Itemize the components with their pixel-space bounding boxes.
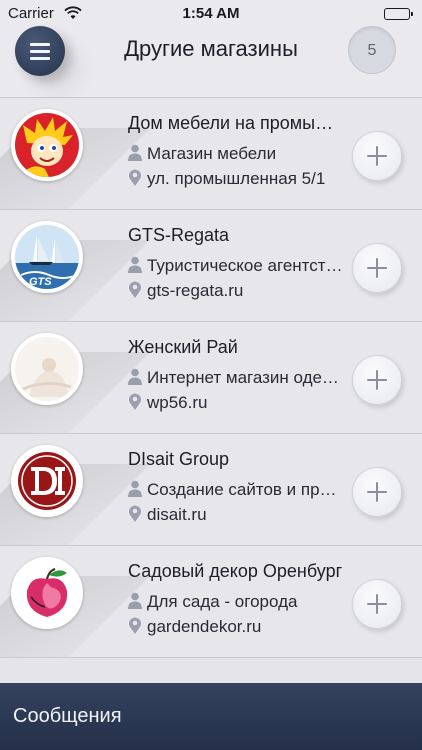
- map-pin-icon: [128, 281, 142, 298]
- add-store-button[interactable]: [352, 579, 402, 629]
- store-category: Интернет магазин одежды: [128, 368, 343, 390]
- store-category: Для сада - огорода: [128, 592, 343, 614]
- store-name: GTS-Regata: [128, 225, 230, 245]
- person-icon: [128, 368, 142, 385]
- clock: 1:54 AM: [182, 5, 240, 22]
- store-list: Дом мебели на промышленной Магазин мебел…: [0, 98, 422, 658]
- store-name: Женский Рай: [128, 337, 238, 357]
- address-text: disait.ru: [147, 505, 207, 524]
- store-row[interactable]: Дом мебели на промышленной Магазин мебел…: [0, 98, 422, 210]
- svg-text:GTS: GTS: [29, 276, 52, 288]
- map-pin-icon: [128, 393, 142, 410]
- cartoon-character-logo: [11, 109, 83, 181]
- battery-icon: [384, 8, 413, 20]
- zhenskiy-ray-logo: [11, 333, 83, 405]
- messages-label: Сообщения: [13, 705, 122, 727]
- sailboats-logo: GTS: [11, 221, 83, 293]
- map-pin-icon: [128, 505, 142, 522]
- add-store-button[interactable]: [352, 131, 402, 181]
- person-icon: [128, 480, 142, 497]
- store-category: Туристическое агентство: [128, 256, 343, 278]
- store-row[interactable]: Садовый декор Оренбург Для сада - огород…: [0, 546, 422, 658]
- store-name: Садовый декор Оренбург: [128, 561, 343, 581]
- store-row[interactable]: Женский Рай Интернет магазин одежды wp56…: [0, 322, 422, 434]
- di-monogram-logo: [11, 445, 83, 517]
- store-name: Дом мебели на промышленной: [128, 113, 343, 133]
- category-text: Туристическое агентство: [147, 256, 343, 275]
- category-text: Интернет магазин одежды: [147, 368, 343, 387]
- status-bar: Carrier 1:54 AM: [0, 0, 422, 26]
- store-address: wp56.ru: [128, 393, 343, 415]
- address-text: gts-regata.ru: [147, 281, 244, 300]
- map-pin-icon: [128, 169, 142, 186]
- store-count-badge[interactable]: 5: [348, 26, 396, 74]
- peach-logo: [11, 557, 83, 629]
- address-text: gardendekor.ru: [147, 617, 262, 636]
- store-address: gardendekor.ru: [128, 617, 343, 639]
- add-store-button[interactable]: [352, 243, 402, 293]
- category-text: Для сада - огорода: [147, 592, 298, 611]
- store-category: Создание сайтов и продвижение: [128, 480, 343, 502]
- store-category: Магазин мебели: [128, 144, 343, 166]
- header: Другие магазины 5: [0, 26, 422, 98]
- address-text: wp56.ru: [147, 393, 208, 412]
- map-pin-icon: [128, 617, 142, 634]
- messages-bar[interactable]: Сообщения: [0, 683, 422, 750]
- category-text: Создание сайтов и продвижение: [147, 480, 343, 499]
- person-icon: [128, 592, 142, 609]
- store-address: gts-regata.ru: [128, 281, 343, 303]
- address-text: ул. промышленная 5/1: [147, 169, 326, 188]
- store-name: DIsait Group: [128, 449, 230, 469]
- store-address: ул. промышленная 5/1: [128, 169, 343, 191]
- add-store-button[interactable]: [352, 355, 402, 405]
- add-store-button[interactable]: [352, 467, 402, 517]
- store-address: disait.ru: [128, 505, 343, 527]
- category-text: Магазин мебели: [147, 144, 277, 163]
- store-row[interactable]: GTS GTS-Regata Туристическое агентство g…: [0, 210, 422, 322]
- person-icon: [128, 144, 142, 161]
- store-row[interactable]: DIsait Group Создание сайтов и продвижен…: [0, 434, 422, 546]
- person-icon: [128, 256, 142, 273]
